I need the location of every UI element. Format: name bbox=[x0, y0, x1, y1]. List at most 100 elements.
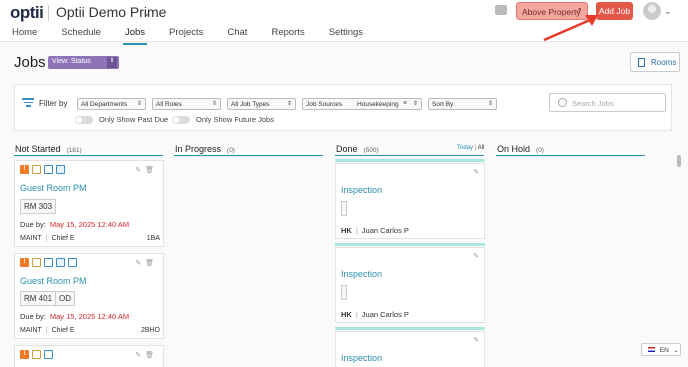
clear-icon[interactable]: × bbox=[403, 100, 407, 107]
search-icon bbox=[558, 98, 567, 107]
roles-dropdown[interactable]: All Roles ⇕ bbox=[152, 98, 221, 110]
document-icon bbox=[68, 258, 77, 267]
priority-icon: ! bbox=[20, 350, 29, 359]
job-title[interactable]: Inspection bbox=[341, 353, 382, 363]
job-title[interactable]: Guest Room PM bbox=[20, 183, 87, 193]
room-chip: RM 303 bbox=[20, 199, 57, 214]
job-card[interactable]: ! ✎🗑 Guest Room PM RM 401 OD Due by: May … bbox=[14, 253, 164, 339]
all-link[interactable]: All bbox=[478, 145, 485, 151]
card-tools: ✎🗑 bbox=[135, 351, 158, 359]
trash-icon[interactable]: 🗑 bbox=[145, 352, 158, 359]
column-underline bbox=[496, 155, 645, 156]
edit-icon[interactable]: ✎ bbox=[135, 167, 145, 174]
checklist-icon bbox=[44, 165, 53, 174]
card-tools: ✎🗑 bbox=[135, 259, 158, 267]
checklist-icon bbox=[44, 350, 53, 359]
priority-icon: ! bbox=[20, 258, 29, 267]
done-job-card[interactable]: ✎ Inspection HK | Juan Carlos P bbox=[335, 163, 485, 239]
done-status-bar bbox=[335, 243, 485, 246]
trash-icon[interactable]: 🗑 bbox=[145, 260, 158, 267]
sort-by-dropdown[interactable]: Sort By ⇕ bbox=[428, 98, 497, 110]
page-title: Jobs bbox=[14, 54, 46, 71]
edit-icon[interactable]: ✎ bbox=[473, 252, 479, 260]
filter-panel: Filter by All Departments ⇕ All Roles ⇕ Al… bbox=[14, 84, 672, 131]
done-job-card[interactable]: ✎ Inspection bbox=[335, 331, 485, 367]
checklist-icon bbox=[44, 258, 53, 267]
badge-row: ! bbox=[20, 350, 53, 359]
nav-jobs[interactable]: Jobs bbox=[122, 27, 148, 45]
view-status-label: View: Status bbox=[52, 58, 91, 65]
nav-schedule[interactable]: Schedule bbox=[61, 27, 101, 42]
card-footer: HK | Juan Carlos P bbox=[341, 226, 409, 235]
rooms-icon bbox=[638, 58, 645, 67]
chevron-down-icon[interactable]: ⌄ bbox=[142, 6, 151, 19]
recurring-icon bbox=[32, 258, 41, 267]
done-job-card[interactable]: ✎ Inspection HK | Juan Carlos P bbox=[335, 247, 485, 323]
job-title[interactable]: Inspection bbox=[341, 269, 382, 279]
nav-projects[interactable]: Projects bbox=[169, 27, 203, 42]
chat-icon[interactable] bbox=[495, 5, 507, 15]
chevron-down-icon[interactable]: ⌄ bbox=[664, 6, 672, 17]
room-chip bbox=[341, 285, 347, 300]
language-select[interactable]: EN ⌄ bbox=[641, 343, 681, 356]
column-in-progress-header: In Progress (0) bbox=[175, 144, 235, 154]
job-card[interactable]: ! ✎🗑 Guest Room PM RM 303 Due by: May 15,… bbox=[14, 160, 164, 247]
trash-icon[interactable]: 🗑 bbox=[145, 167, 158, 174]
annotation-arrow-icon bbox=[543, 15, 598, 42]
select-arrows-icon: ⇕ bbox=[107, 57, 117, 68]
done-status-bar bbox=[335, 327, 485, 330]
room-chip: RM 401 bbox=[20, 291, 57, 306]
badge-row: ! bbox=[20, 165, 65, 174]
due-date: Due by: May 15, 2025 12:40 AM bbox=[20, 220, 130, 229]
due-date: Due by: May 15, 2025 12:40 AM bbox=[20, 312, 130, 321]
job-title[interactable]: Guest Room PM bbox=[20, 276, 87, 286]
past-due-toggle[interactable] bbox=[75, 116, 93, 124]
edit-icon[interactable]: ✎ bbox=[135, 260, 145, 267]
recurring-icon bbox=[32, 165, 41, 174]
nav-reports[interactable]: Reports bbox=[271, 27, 304, 42]
recurring-icon bbox=[32, 350, 41, 359]
us-flag-icon bbox=[648, 347, 655, 352]
departments-dropdown[interactable]: All Departments ⇕ bbox=[77, 98, 146, 110]
job-sources-label: Job Sources bbox=[306, 101, 343, 108]
column-underline bbox=[174, 155, 323, 156]
language-label: EN bbox=[659, 347, 669, 354]
done-status-bar bbox=[335, 159, 485, 162]
job-types-dropdown[interactable]: All Job Types ⇕ bbox=[227, 98, 296, 110]
optii-logo[interactable]: optii bbox=[10, 3, 44, 23]
card-footer: MAINT | Chief E 1BA bbox=[20, 235, 160, 242]
rooms-button[interactable]: Rooms bbox=[630, 52, 680, 72]
search-input[interactable]: Search Jobs bbox=[549, 93, 666, 112]
future-jobs-toggle[interactable] bbox=[172, 116, 190, 124]
column-underline bbox=[335, 155, 484, 156]
scrollbar[interactable] bbox=[677, 155, 681, 167]
today-link[interactable]: Today bbox=[457, 145, 473, 151]
room-chip: OD bbox=[55, 291, 75, 306]
column-done-header: Done (500) bbox=[336, 144, 379, 154]
room-chip bbox=[341, 201, 347, 216]
view-status-select[interactable]: View: Status ⇕ bbox=[48, 56, 119, 69]
edit-icon[interactable]: ✎ bbox=[473, 336, 479, 344]
done-filter: Today | All bbox=[457, 145, 485, 151]
nav-chat[interactable]: Chat bbox=[227, 27, 247, 42]
priority-icon: ! bbox=[20, 165, 29, 174]
nav-settings[interactable]: Settings bbox=[329, 27, 363, 42]
image-icon bbox=[56, 165, 65, 174]
divider bbox=[48, 5, 49, 21]
rooms-label: Rooms bbox=[651, 58, 677, 67]
column-underline bbox=[14, 155, 163, 156]
image-icon bbox=[56, 258, 65, 267]
job-title[interactable]: Inspection bbox=[341, 185, 382, 195]
future-jobs-label: Only Show Future Jobs bbox=[196, 115, 274, 124]
edit-icon[interactable]: ✎ bbox=[473, 168, 479, 176]
edit-icon[interactable]: ✎ bbox=[135, 352, 145, 359]
housekeeping-chip: Housekeeping bbox=[357, 101, 399, 108]
badge-row: ! bbox=[20, 258, 77, 267]
nav-home[interactable]: Home bbox=[12, 27, 37, 42]
past-due-label: Only Show Past Due bbox=[99, 115, 169, 124]
job-sources-dropdown[interactable]: Job Sources Housekeeping × ⇕ bbox=[302, 98, 422, 110]
column-not-started-header: Not Started (181) bbox=[15, 144, 82, 154]
avatar[interactable] bbox=[643, 2, 661, 20]
filter-label: Filter by bbox=[39, 99, 68, 108]
job-card[interactable]: ! ✎🗑 bbox=[14, 345, 164, 367]
